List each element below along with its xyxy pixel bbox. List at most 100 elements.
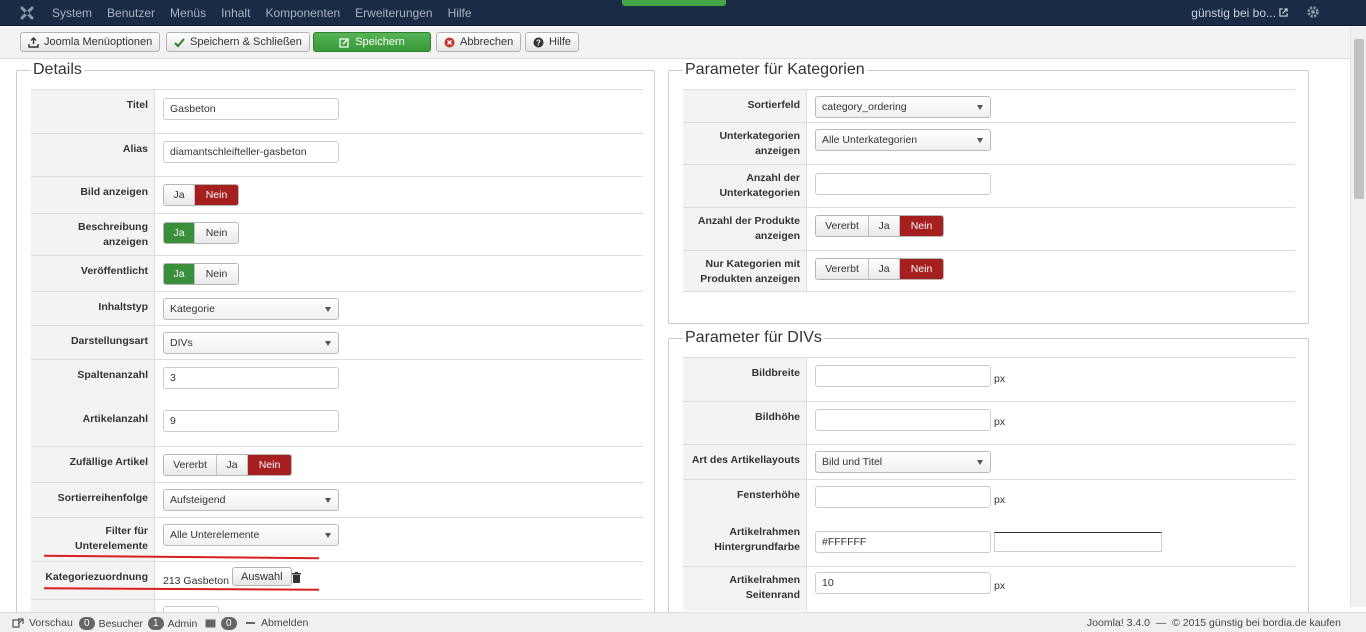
published-no[interactable]: Nein xyxy=(195,264,238,284)
site-link[interactable]: günstig bei bo... xyxy=(1191,6,1276,20)
chevron-down-icon xyxy=(977,138,983,143)
show-image-no[interactable]: Nein xyxy=(195,185,238,205)
div-params-legend: Parameter für DIVs xyxy=(683,329,824,347)
form-row-show-image: Bild anzeigen Ja Nein xyxy=(31,176,643,213)
save-close-button[interactable]: Speichern & Schließen xyxy=(166,32,310,52)
save-button[interactable]: Speichern xyxy=(313,32,431,52)
margin-input[interactable]: 10 xyxy=(815,572,991,594)
gear-icon[interactable] xyxy=(1306,5,1320,19)
save-label: Speichern xyxy=(355,36,405,48)
menu-options-button[interactable]: Joomla Menüoptionen xyxy=(20,32,161,52)
img-height-input[interactable] xyxy=(815,409,991,431)
title-input[interactable]: Gasbeton xyxy=(163,98,339,120)
display-label: Darstellungsart xyxy=(31,326,155,359)
subcat-count-input[interactable] xyxy=(815,173,991,195)
alias-input[interactable]: diamantschleifteller-gasbeton xyxy=(163,141,339,163)
category-params-form: Sortierfeld category_ordering Unterkateg… xyxy=(683,89,1295,297)
menu-users[interactable]: Benutzer xyxy=(107,6,155,20)
form-row-img-width: Bildbreite px xyxy=(683,357,1295,401)
preview-link[interactable]: Vorschau xyxy=(12,617,73,629)
menu-content[interactable]: Inhalt xyxy=(221,6,250,20)
messages-indicator[interactable]: 0 xyxy=(205,617,241,630)
menu-help[interactable]: Hilfe xyxy=(448,6,472,20)
published-yes[interactable]: Ja xyxy=(164,264,195,284)
div-params-form: Bildbreite px Bildhöhe px Art des Artike… xyxy=(683,357,1295,615)
external-link-icon[interactable] xyxy=(1279,8,1288,17)
random-yes[interactable]: Ja xyxy=(217,455,248,475)
logout-label: Abmelden xyxy=(261,617,309,629)
bg-color-label-line2: Hintergrundfarbe xyxy=(714,541,800,553)
layout-select[interactable]: Bild und Titel xyxy=(815,451,991,473)
img-width-input[interactable] xyxy=(815,365,991,387)
only-with-products-label-line1: Nur Kategorien mit xyxy=(705,258,800,270)
only-with-products-toggle: Vererbt Ja Nein xyxy=(815,258,944,280)
logout-link[interactable]: Abmelden xyxy=(246,617,308,629)
form-row-subcat-count: Anzahl der Unterkategorien xyxy=(683,164,1295,207)
page-scrollbar[interactable] xyxy=(1350,27,1366,607)
product-count-label: Anzahl der Produkte anzeigen xyxy=(683,208,807,250)
help-button[interactable]: ? Hilfe xyxy=(525,32,580,52)
random-inherited[interactable]: Vererbt xyxy=(164,455,217,475)
show-image-toggle: Ja Nein xyxy=(163,184,239,206)
sortfield-select[interactable]: category_ordering xyxy=(815,96,991,118)
margin-unit: px xyxy=(994,580,1006,592)
scrollbar-thumb[interactable] xyxy=(1354,39,1364,199)
product-count-no[interactable]: Nein xyxy=(900,216,943,236)
visitors-badge: 0 xyxy=(79,617,95,630)
menu-extensions[interactable]: Erweiterungen xyxy=(355,6,432,20)
only-with-products-inherited[interactable]: Vererbt xyxy=(816,259,869,279)
img-height-label: Bildhöhe xyxy=(683,402,807,444)
content-type-select[interactable]: Kategorie xyxy=(163,298,339,320)
margin-label-line1: Artikelrahmen xyxy=(729,574,800,586)
description-yes[interactable]: Ja xyxy=(164,223,195,243)
chevron-down-icon xyxy=(325,533,331,538)
div-params-panel: Parameter für DIVs Bildbreite px Bildhöh… xyxy=(668,329,1309,615)
filter-label-line2: Unterelemente xyxy=(75,540,148,552)
window-height-input[interactable] xyxy=(815,486,991,508)
bg-color-input[interactable]: #FFFFFF xyxy=(815,531,991,553)
cancel-button[interactable]: Abbrechen xyxy=(436,32,522,52)
trash-icon[interactable] xyxy=(292,572,301,583)
menu-system[interactable]: System xyxy=(52,6,92,20)
columns-articles-label-cell: Spaltenanzahl Artikelanzahl xyxy=(31,360,155,446)
product-count-toggle: Vererbt Ja Nein xyxy=(815,215,944,237)
help-label: Hilfe xyxy=(549,36,572,48)
messages-badge: 0 xyxy=(221,617,237,630)
menu-components[interactable]: Komponenten xyxy=(265,6,340,20)
only-with-products-no[interactable]: Nein xyxy=(900,259,943,279)
visitors-label: Besucher xyxy=(98,617,143,630)
form-row-alias: Alias diamantschleifteller-gasbeton xyxy=(31,133,643,176)
footer-text: Joomla! 3.4.0 — © 2015 günstig bei bordi… xyxy=(1086,617,1341,629)
sort-select[interactable]: Aufsteigend xyxy=(163,489,339,511)
form-row-img-height: Bildhöhe px xyxy=(683,401,1295,444)
product-count-inherited[interactable]: Vererbt xyxy=(816,216,869,236)
description-label-line2: anzeigen xyxy=(103,236,148,248)
description-no[interactable]: Nein xyxy=(195,223,238,243)
joomla-logo-icon[interactable] xyxy=(19,5,35,21)
message-indicator xyxy=(622,0,726,6)
window-bg-label-cell: Fensterhöhe Artikelrahmen Hintergrundfar… xyxy=(683,480,807,566)
show-image-yes[interactable]: Ja xyxy=(164,185,195,205)
display-select[interactable]: DIVs xyxy=(163,332,339,354)
only-with-products-label: Nur Kategorien mit Produkten anzeigen xyxy=(683,251,807,291)
alias-label: Alias xyxy=(31,134,155,176)
random-no[interactable]: Nein xyxy=(248,455,291,475)
form-row-window-bg: Fensterhöhe Artikelrahmen Hintergrundfar… xyxy=(683,479,1295,566)
img-width-unit: px xyxy=(994,373,1006,385)
subcats-select[interactable]: Alle Unterkategorien xyxy=(815,129,991,151)
chevron-down-icon xyxy=(977,105,983,110)
sort-value: Aufsteigend xyxy=(170,494,226,506)
subcat-count-label-line1: Anzahl der xyxy=(746,172,800,184)
product-count-yes[interactable]: Ja xyxy=(869,216,900,236)
category-params-panel: Parameter für Kategorien Sortierfeld cat… xyxy=(668,61,1309,324)
visitors-indicator: 0 Besucher xyxy=(79,617,143,630)
menu-menus[interactable]: Menüs xyxy=(170,6,206,20)
only-with-products-yes[interactable]: Ja xyxy=(869,259,900,279)
filter-select[interactable]: Alle Unterelemente xyxy=(163,524,339,546)
sortfield-value: category_ordering xyxy=(822,101,907,113)
color-swatch[interactable] xyxy=(994,532,1162,552)
toolbar: Joomla Menüoptionen Speichern & Schließe… xyxy=(0,27,1350,59)
select-category-button[interactable]: Auswahl xyxy=(232,567,292,586)
articles-input[interactable]: 9 xyxy=(163,410,339,432)
columns-input[interactable]: 3 xyxy=(163,367,339,389)
